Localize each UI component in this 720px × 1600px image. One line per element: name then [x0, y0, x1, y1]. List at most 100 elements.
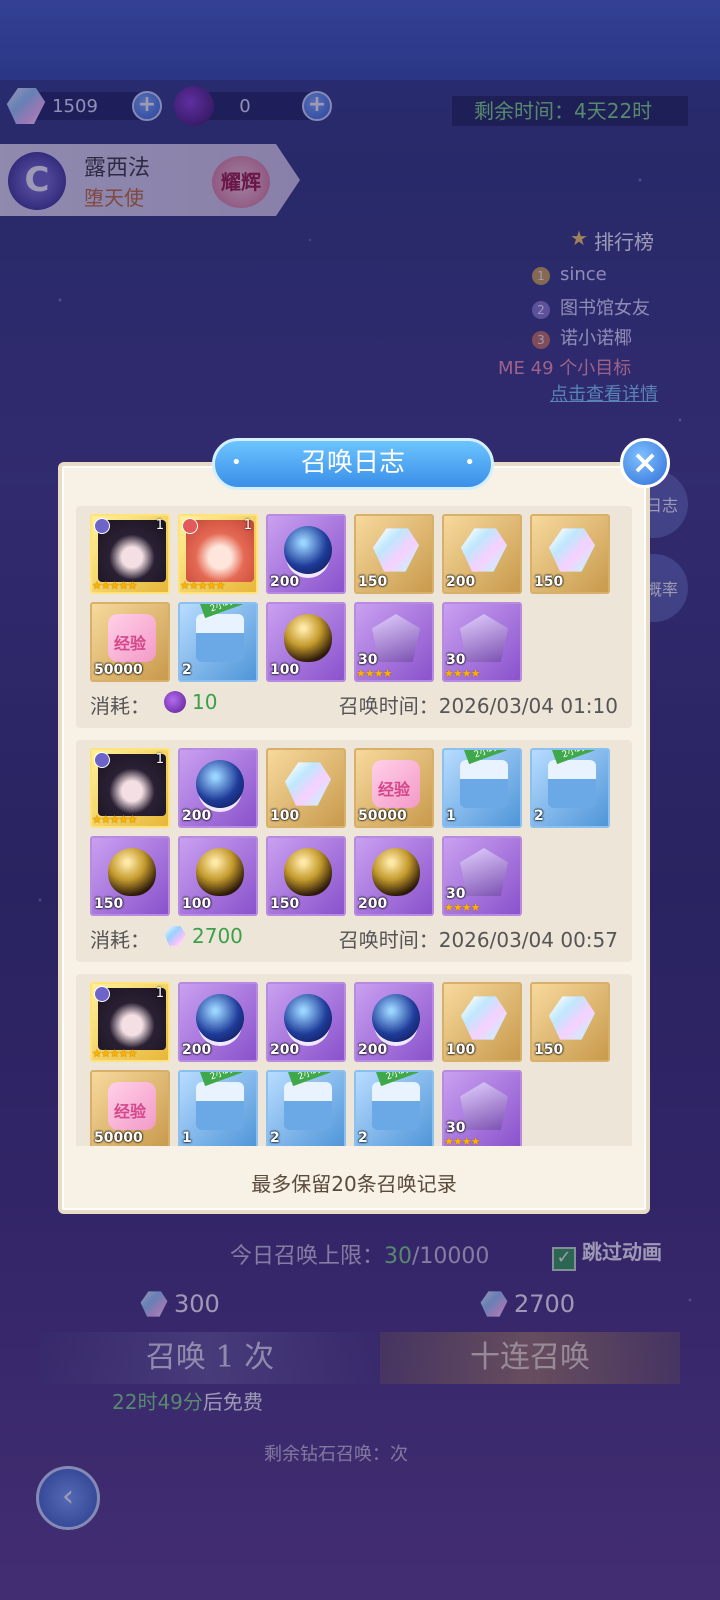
reward-item-exp[interactable]: 经验 50000: [354, 748, 434, 828]
reward-item-gem[interactable]: 100: [266, 748, 346, 828]
star-rating: ★★★★★: [180, 579, 225, 592]
chest-icon: [372, 1082, 420, 1130]
egg-icon: [196, 848, 244, 896]
orb-icon: [284, 526, 332, 574]
summon-log-entry: 1 ★★★★★ 1 ★★★★★ 200 150 200 150 经验 50000 2小时 2 100 30…: [76, 506, 632, 728]
orb-icon: [372, 994, 420, 1042]
item-quantity: 30: [358, 652, 378, 668]
reward-item-egg[interactable]: 100: [266, 602, 346, 682]
chest-icon: [284, 1082, 332, 1130]
gem-icon: [460, 996, 508, 1040]
reward-item-hero-dark[interactable]: 1 ★★★★★: [90, 982, 170, 1062]
consume-label: 消耗：: [90, 928, 150, 952]
item-quantity: 200: [358, 896, 388, 912]
reward-item-gem[interactable]: 100: [442, 982, 522, 1062]
star-rating: ★★★★★: [92, 1047, 137, 1060]
gem-icon: [372, 528, 420, 572]
reward-item-orb[interactable]: 200: [266, 982, 346, 1062]
reward-item-gem[interactable]: 150: [530, 982, 610, 1062]
summon-log-entry: 1 ★★★★★ 200 200 200 100 150 经验 50000 2小时 1 2小时 2 2小时 2…: [76, 974, 632, 1146]
star-rating: ★★★★★: [92, 813, 137, 826]
summon-log-entry: 1 ★★★★★ 200 100 经验 50000 2小时 1 2小时 2 150 100 150 200 3…: [76, 740, 632, 962]
item-quantity: 2: [270, 1130, 280, 1146]
star-rating: ★★★★★: [92, 579, 137, 592]
item-quantity: 150: [94, 896, 124, 912]
egg-icon: [284, 848, 332, 896]
orb-icon: [196, 994, 244, 1042]
reward-item-chest[interactable]: 2小时 2: [266, 1070, 346, 1146]
gem-icon: [164, 926, 186, 946]
reward-item-hero-dark[interactable]: 1 ★★★★★: [90, 514, 170, 594]
crystal-icon: [460, 614, 508, 662]
reward-item-orb[interactable]: 200: [178, 748, 258, 828]
orb-icon: [196, 760, 244, 808]
crystal-icon: [372, 614, 420, 662]
egg-icon: [108, 848, 156, 896]
consume-value: 10: [164, 690, 217, 714]
reward-item-orb[interactable]: 200: [354, 982, 434, 1062]
reward-item-orb[interactable]: 200: [266, 514, 346, 594]
reward-item-hero-red[interactable]: 1 ★★★★★: [178, 514, 258, 594]
hero-level: 1: [155, 518, 164, 533]
reward-item-egg[interactable]: 150: [266, 836, 346, 916]
reward-item-orb[interactable]: 200: [178, 982, 258, 1062]
star-rating: ★★★★: [444, 901, 480, 914]
reward-item-crystal[interactable]: 30 ★★★★: [442, 1070, 522, 1146]
exp-label: 经验: [114, 634, 147, 653]
item-quantity: 100: [270, 808, 300, 824]
item-quantity: 200: [270, 574, 300, 590]
exp-label: 经验: [378, 780, 411, 799]
element-icon: [94, 518, 110, 534]
summon-time: 召唤时间：2026/03/04 00:57: [339, 924, 618, 953]
item-quantity: 200: [182, 1042, 212, 1058]
reward-item-egg[interactable]: 150: [90, 836, 170, 916]
reward-item-chest[interactable]: 2小时 2: [354, 1070, 434, 1146]
reward-item-egg[interactable]: 100: [178, 836, 258, 916]
item-quantity: 2: [358, 1130, 368, 1146]
summon-time-label: 召唤时间：: [338, 694, 439, 718]
reward-item-crystal[interactable]: 30 ★★★★: [442, 602, 522, 682]
egg-icon: [372, 848, 420, 896]
reward-item-gem[interactable]: 150: [354, 514, 434, 594]
orb-icon: [164, 691, 186, 713]
reward-item-gem[interactable]: 200: [442, 514, 522, 594]
reward-item-gem[interactable]: 150: [530, 514, 610, 594]
egg-icon: [284, 614, 332, 662]
item-quantity: 100: [270, 662, 300, 678]
reward-item-exp[interactable]: 经验 50000: [90, 1070, 170, 1146]
summon-log-list[interactable]: 1 ★★★★★ 1 ★★★★★ 200 150 200 150 经验 50000 2小时 2 100 30…: [76, 506, 632, 1146]
gem-icon: [548, 996, 596, 1040]
star-rating: ★★★★: [444, 667, 480, 680]
reward-item-crystal[interactable]: 30 ★★★★: [354, 602, 434, 682]
item-quantity: 1: [182, 1130, 192, 1146]
item-quantity: 200: [358, 1042, 388, 1058]
reward-item-chest[interactable]: 2小时 2: [530, 748, 610, 828]
item-quantity: 200: [446, 574, 476, 590]
item-quantity: 150: [534, 1042, 564, 1058]
reward-item-exp[interactable]: 经验 50000: [90, 602, 170, 682]
item-quantity: 150: [270, 896, 300, 912]
close-icon[interactable]: ×: [620, 438, 670, 488]
reward-item-chest[interactable]: 2小时 1: [442, 748, 522, 828]
reward-item-chest[interactable]: 2小时 2: [178, 602, 258, 682]
consume-amount: 10: [192, 690, 218, 714]
item-quantity: 2: [534, 808, 544, 824]
chest-icon: [460, 760, 508, 808]
reward-item-crystal[interactable]: 30 ★★★★: [442, 836, 522, 916]
dialog-title: 召唤日志: [212, 438, 494, 490]
log-retention-note: 最多保留20条召唤记录: [251, 1172, 457, 1196]
reward-item-egg[interactable]: 200: [354, 836, 434, 916]
summon-time: 召唤时间：2026/03/04 01:10: [339, 690, 618, 719]
hero-level: 1: [155, 986, 164, 1001]
reward-item-hero-dark[interactable]: 1 ★★★★★: [90, 748, 170, 828]
item-quantity: 150: [358, 574, 388, 590]
item-quantity: 50000: [94, 1130, 143, 1146]
reward-item-chest[interactable]: 2小时 1: [178, 1070, 258, 1146]
item-quantity: 50000: [358, 808, 407, 824]
item-quantity: 150: [534, 574, 564, 590]
chest-icon: [196, 614, 244, 662]
item-quantity: 100: [182, 896, 212, 912]
hero-level: 1: [155, 752, 164, 767]
item-quantity: 200: [182, 808, 212, 824]
element-icon: [94, 986, 110, 1002]
